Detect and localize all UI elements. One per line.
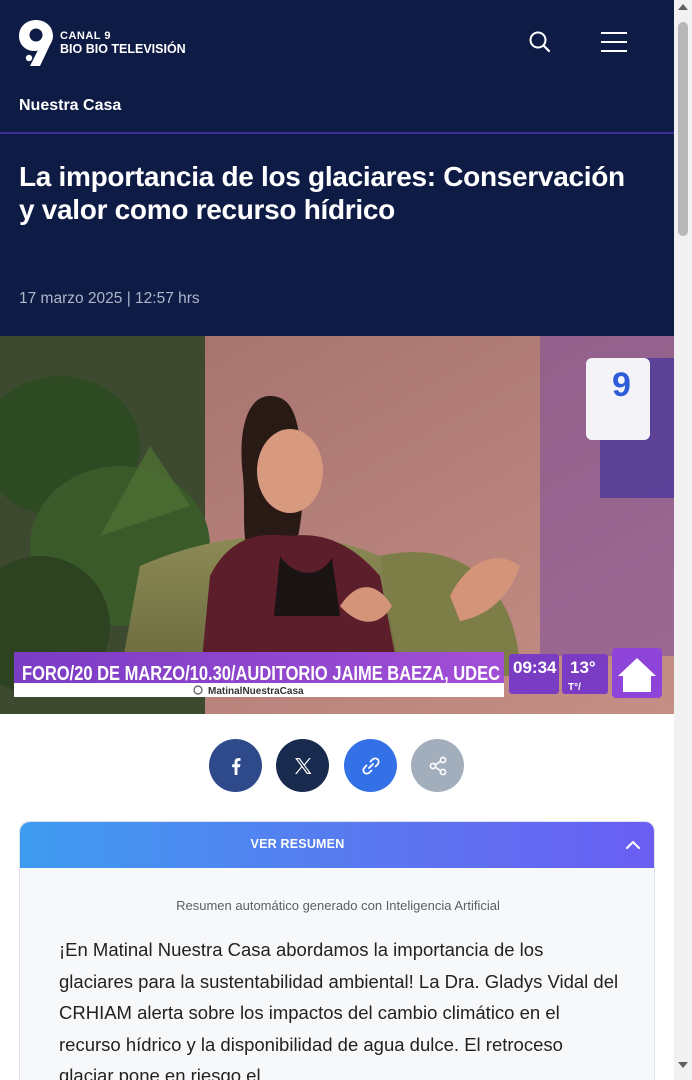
ai-summary-panel: VER RESUMEN Resumen automático generado … <box>19 821 655 1080</box>
facebook-icon <box>231 757 240 775</box>
chevron-up-icon <box>626 841 640 849</box>
hamburger-menu-icon[interactable] <box>598 28 630 56</box>
canal9-logo-icon[interactable] <box>18 18 54 68</box>
article-header: La importancia de los glaciares: Conserv… <box>0 134 674 336</box>
share-facebook-button[interactable] <box>209 739 262 792</box>
x-icon <box>294 757 311 774</box>
share-x-button[interactable] <box>276 739 329 792</box>
share-more-button[interactable] <box>411 739 464 792</box>
copy-link-button[interactable] <box>344 739 397 792</box>
scroll-down-arrow-icon[interactable] <box>678 1062 688 1068</box>
section-link[interactable]: Nuestra Casa <box>19 97 121 115</box>
ai-summary-note: Resumen automático generado con Intelige… <box>176 898 500 913</box>
summary-toggle-button[interactable]: VER RESUMEN <box>20 822 654 868</box>
summary-text: ¡En Matinal Nuestra Casa abordamos la im… <box>59 939 619 1080</box>
brand-line-2: BIO BIO TELEVISIÓN <box>60 42 186 56</box>
link-icon <box>361 756 380 775</box>
article-date: 17 marzo 2025 | 12:57 hrs <box>19 290 200 307</box>
article-page: CANAL 9 BIO BIO TELEVISIÓN Nuestra Casa … <box>0 0 674 1080</box>
share-icon <box>429 756 446 775</box>
page-scrollbar[interactable] <box>674 0 692 1080</box>
article-title: La importancia de los glaciares: Conserv… <box>19 161 625 225</box>
ticker-text: FORO/20 DE MARZO/10.30/AUDITORIO JAIME B… <box>22 663 500 685</box>
brand-wordmark[interactable]: CANAL 9 BIO BIO TELEVISIÓN <box>60 30 186 56</box>
article-image[interactable]: 9 FORO/20 DE MARZO/10.30/AUDITORIO JAIME… <box>0 336 674 714</box>
scroll-up-arrow-icon[interactable] <box>678 4 688 10</box>
instagram-handle: MatinalNuestraCasa <box>208 686 304 697</box>
summary-toggle-label: VER RESUMEN <box>250 837 345 851</box>
temperature-value: 13° <box>570 658 596 677</box>
search-icon[interactable] <box>526 28 554 56</box>
section-bar: Nuestra Casa <box>0 86 674 134</box>
scroll-thumb[interactable] <box>678 22 688 236</box>
site-header: CANAL 9 BIO BIO TELEVISIÓN <box>0 0 674 86</box>
studio-sign-digit: 9 <box>612 366 631 404</box>
temperature-unit: T°/ <box>568 682 581 693</box>
clock-time: 09:34 <box>513 658 557 677</box>
